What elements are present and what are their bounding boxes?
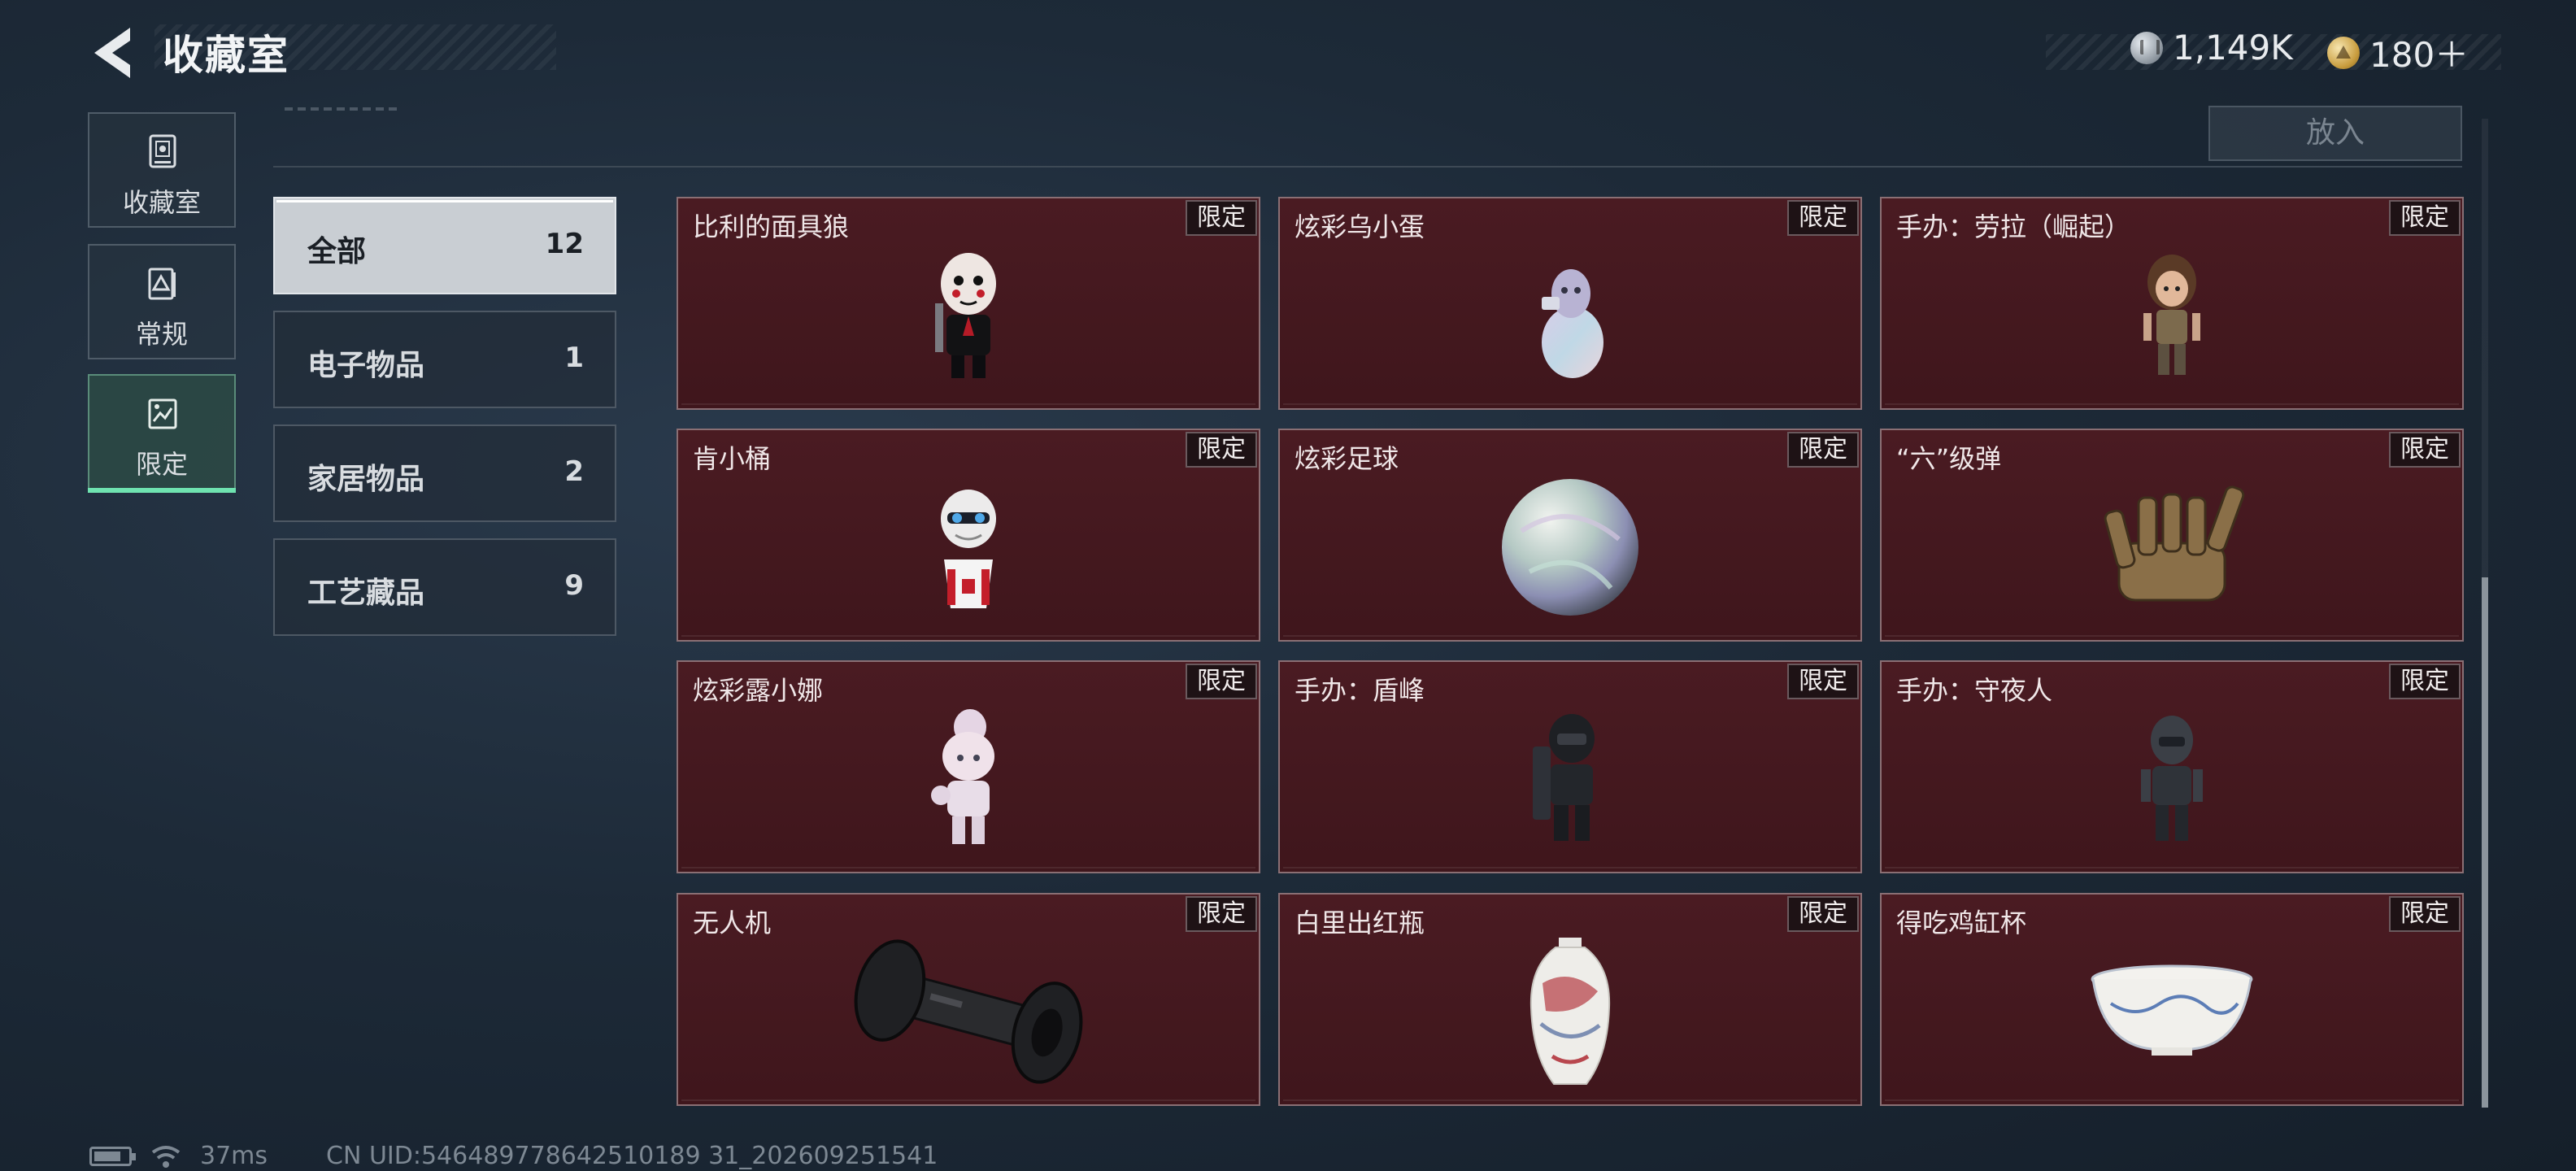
nav-label-collection: 收藏室: [122, 187, 201, 218]
nav-item-regular[interactable]: 常规: [88, 244, 236, 359]
item-card[interactable]: 肯小桶 限定: [677, 429, 1260, 642]
limited-tag: 限定: [1787, 200, 1859, 236]
currency-silver-value: 1,149K: [2173, 28, 2293, 67]
gold-coin-icon: [2327, 36, 2360, 69]
item-card[interactable]: 手办：盾峰 限定: [1278, 660, 1862, 873]
scrollbar-thumb[interactable]: [2482, 577, 2488, 1108]
wifi-icon: [151, 1145, 181, 1168]
category-label: 全部: [307, 235, 367, 268]
drone-part-icon: [854, 939, 1083, 1084]
iridescent-girl-figure-icon: [931, 709, 994, 844]
nav-item-limited[interactable]: 限定: [88, 374, 236, 493]
limited-tag: 限定: [1186, 432, 1257, 468]
item-card[interactable]: 比利的面具狼 限定: [677, 197, 1260, 410]
iridescent-egg-figure-icon: [1542, 269, 1603, 378]
currency-gold-value: 180＋: [2369, 35, 2469, 75]
nav-label-limited: 限定: [135, 449, 188, 480]
item-card[interactable]: 得吃鸡缸杯 限定: [1880, 893, 2464, 1106]
ping-text: 37ms: [200, 1142, 268, 1170]
collection-icon: [149, 134, 176, 168]
category-label: 工艺藏品: [307, 577, 425, 610]
category-label: 家居物品: [307, 463, 425, 496]
limited-tag: 限定: [1186, 200, 1257, 236]
item-card[interactable]: 炫彩乌小蛋 限定: [1278, 197, 1862, 410]
item-card[interactable]: 炫彩足球 限定: [1278, 429, 1862, 642]
category-count: 1: [564, 342, 584, 374]
limited-tag: 限定: [1787, 896, 1859, 932]
item-card[interactable]: 无人机 限定: [677, 893, 1260, 1106]
limited-icon: [148, 398, 177, 429]
category-electronics[interactable]: 电子物品 1: [273, 311, 616, 408]
limited-tag: 限定: [2389, 896, 2461, 932]
porcelain-cup-icon: [2091, 964, 2253, 1056]
currency-gold: 180＋: [2327, 28, 2469, 77]
limited-tag: 限定: [1186, 896, 1257, 932]
limited-tag: 限定: [2389, 200, 2461, 236]
regular-icon: [148, 268, 176, 300]
page-title: 收藏室: [163, 32, 289, 79]
truncated-text: [285, 107, 398, 111]
limited-tag: 限定: [1787, 432, 1859, 468]
back-button[interactable]: [88, 24, 140, 81]
item-card[interactable]: 手办：劳拉（崛起） 限定: [1880, 197, 2464, 410]
shield-soldier-figure-icon: [1533, 714, 1595, 841]
category-count: 9: [564, 569, 584, 602]
category-count: 2: [564, 455, 584, 488]
nav-label-regular: 常规: [135, 319, 188, 350]
category-home[interactable]: 家居物品 2: [273, 424, 616, 522]
masked-figure-icon: [935, 253, 996, 378]
porcelain-vase-icon: [1530, 938, 1611, 1085]
night-watch-figure-icon: [2141, 716, 2203, 841]
uid-text: CN UID:546489778642510189 31_20260925154…: [326, 1142, 938, 1170]
divider: [273, 166, 2462, 168]
limited-tag: 限定: [1186, 664, 1257, 699]
category-count: 12: [545, 228, 584, 260]
nav-item-collection[interactable]: 收藏室: [88, 112, 236, 228]
iridescent-ball-icon: [1502, 479, 1638, 616]
limited-tag: 限定: [2389, 432, 2461, 468]
limited-tag: 限定: [1787, 664, 1859, 699]
item-card[interactable]: “六”级弹 限定: [1880, 429, 2464, 642]
category-all[interactable]: 全部 12: [273, 197, 616, 294]
bullet-hand-icon: [2104, 485, 2245, 602]
silver-coin-icon: [2130, 31, 2163, 64]
currency-silver: 1,149K: [2130, 28, 2293, 67]
bucket-figure-icon: [941, 490, 996, 608]
place-button[interactable]: 放入: [2208, 106, 2462, 161]
back-arrow-icon: [94, 28, 130, 78]
category-craft[interactable]: 工艺藏品 9: [273, 538, 616, 636]
item-card[interactable]: 白里出红瓶 限定: [1278, 893, 1862, 1106]
status-bar: 37ms CN UID:546489778642510189 31_202609…: [89, 1142, 938, 1170]
lara-figure-icon: [2143, 255, 2200, 375]
limited-tag: 限定: [2389, 664, 2461, 699]
top-bar: 收藏室 1,149K 180＋: [0, 0, 2576, 106]
category-label: 电子物品: [307, 349, 425, 382]
item-card[interactable]: 手办：守夜人 限定: [1880, 660, 2464, 873]
battery-icon: [89, 1146, 136, 1166]
item-card[interactable]: 炫彩露小娜 限定: [677, 660, 1260, 873]
